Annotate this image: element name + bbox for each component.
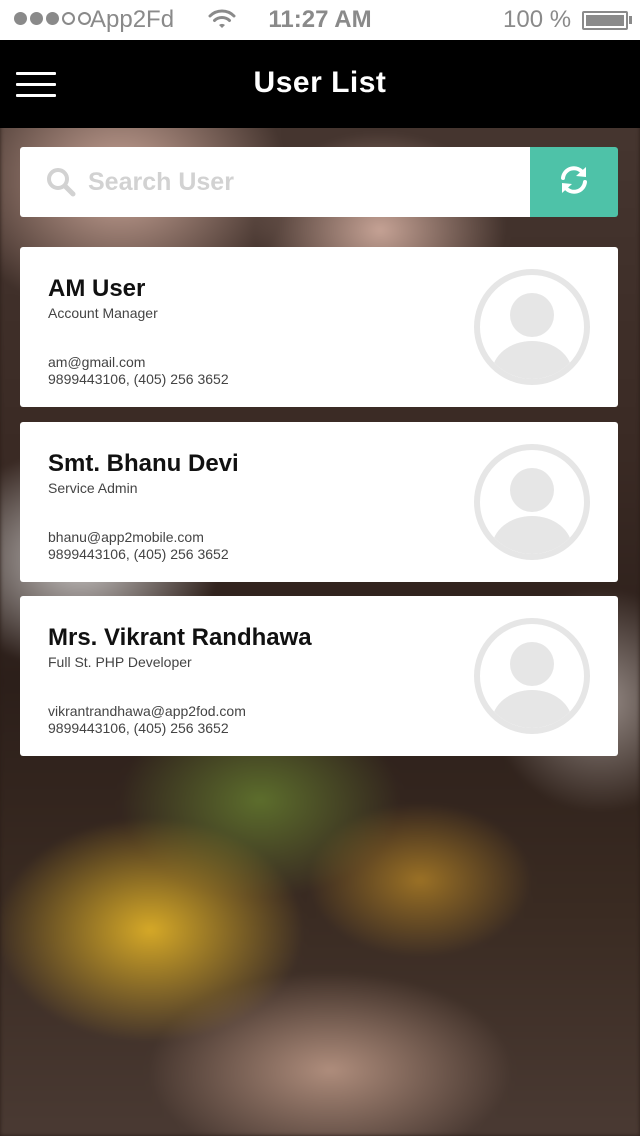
search-input[interactable] [88,159,508,205]
user-email: bhanu@app2mobile.com [48,529,204,545]
user-name: AM User [48,275,146,302]
user-role: Service Admin [48,480,138,496]
page-title: User List [253,66,387,99]
user-name: Mrs. Vikrant Randhawa [48,624,312,651]
user-role: Account Manager [48,305,158,321]
avatar-placeholder-icon [474,269,590,385]
user-card[interactable]: AM User Account Manager am@gmail.com 989… [20,247,618,407]
status-bar: App2Fd 11:27 AM 100 % [0,0,640,40]
user-phone: 9899443106, (405) 256 3652 [48,720,229,736]
avatar-placeholder-icon [474,444,590,560]
refresh-button[interactable] [530,147,618,217]
user-email: am@gmail.com [48,354,146,370]
user-card[interactable]: Mrs. Vikrant Randhawa Full St. PHP Devel… [20,596,618,756]
navigation-bar: User List [0,40,640,128]
refresh-icon [558,164,590,201]
avatar-placeholder-icon [474,618,590,734]
user-name: Smt. Bhanu Devi [48,450,239,477]
user-phone: 9899443106, (405) 256 3652 [48,371,229,387]
battery-icon [582,11,628,30]
search-icon [46,167,76,202]
search-bar [20,147,530,217]
user-role: Full St. PHP Developer [48,654,192,670]
user-card[interactable]: Smt. Bhanu Devi Service Admin bhanu@app2… [20,422,618,582]
battery-percentage: 100 % [503,6,572,33]
user-phone: 9899443106, (405) 256 3652 [48,546,229,562]
user-email: vikrantrandhawa@app2fod.com [48,703,246,719]
